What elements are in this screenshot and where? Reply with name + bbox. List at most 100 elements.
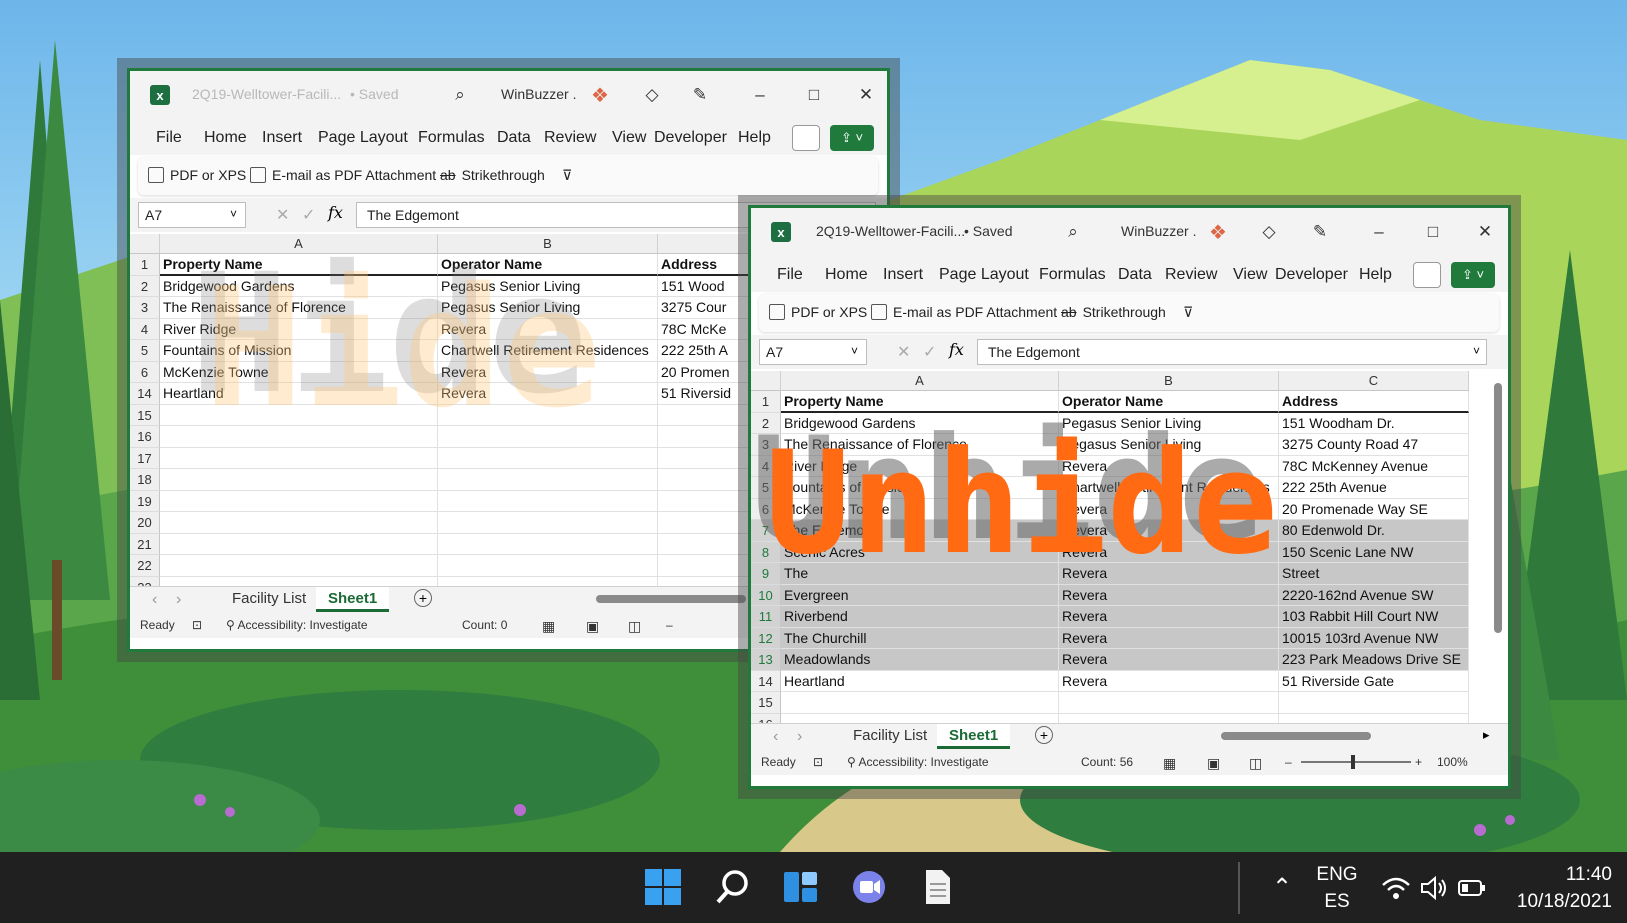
table-cell[interactable] xyxy=(160,447,438,469)
search-icon[interactable]: ⌕ xyxy=(448,83,472,107)
tab-home[interactable]: Home xyxy=(204,129,247,147)
pen-icon[interactable]: ✎ xyxy=(688,83,712,107)
windows-start-icon[interactable] xyxy=(640,864,686,910)
macro-record-icon[interactable]: ⊡ xyxy=(813,755,823,769)
table-cell[interactable]: Revera xyxy=(438,318,658,340)
row-header[interactable]: 14 xyxy=(130,383,160,405)
table-cell[interactable]: 80 Edenwold Dr. xyxy=(1279,520,1469,542)
table-cell[interactable] xyxy=(160,555,438,577)
table-cell[interactable]: The Edgemont xyxy=(781,520,1059,542)
file-icon[interactable] xyxy=(914,864,960,910)
row-header[interactable]: 18 xyxy=(130,469,160,491)
table-cell[interactable]: Meadowlands xyxy=(781,649,1059,671)
row-header[interactable]: 23 xyxy=(130,576,160,586)
insert-function-icon[interactable]: fx xyxy=(328,203,343,222)
table-cell[interactable]: Revera xyxy=(1059,563,1279,585)
table-cell[interactable]: Revera xyxy=(1059,670,1279,692)
tab-insert[interactable]: Insert xyxy=(262,129,302,147)
title-bar[interactable]: x 2Q19-Welltower-Facili... • Saved ⌕ Win… xyxy=(751,208,1508,258)
diamond-icon[interactable]: ◇ xyxy=(1257,220,1281,244)
share-button[interactable]: ⇪ ˅ xyxy=(1451,262,1495,288)
table-cell[interactable]: Revera xyxy=(1059,627,1279,649)
table-cell[interactable] xyxy=(438,469,658,491)
tab-home[interactable]: Home xyxy=(825,266,868,284)
table-cell[interactable]: Heartland xyxy=(160,383,438,405)
user-name[interactable]: WinBuzzer . xyxy=(501,86,576,102)
table-cell[interactable] xyxy=(438,576,658,586)
horizontal-scrollbar[interactable] xyxy=(1221,732,1371,740)
row-header[interactable]: 22 xyxy=(130,555,160,577)
row-header[interactable]: 15 xyxy=(130,404,160,426)
volume-icon[interactable] xyxy=(1416,852,1452,923)
close-icon[interactable]: ✕ xyxy=(854,83,878,107)
pdf-xps-button[interactable]: PDF or XPS xyxy=(148,167,246,183)
table-cell[interactable]: Revera xyxy=(1059,455,1279,477)
insert-function-icon[interactable]: fx xyxy=(949,340,964,359)
qat-more-icon[interactable]: ⊽ xyxy=(562,167,572,184)
table-cell[interactable] xyxy=(1279,692,1469,714)
wifi-icon[interactable] xyxy=(1378,852,1414,923)
row-header[interactable]: 14 xyxy=(751,670,781,692)
table-header-cell[interactable]: Property Name xyxy=(160,254,438,276)
vertical-scrollbar[interactable] xyxy=(1494,383,1502,633)
table-cell[interactable]: 2220-162nd Avenue SW xyxy=(1279,584,1469,606)
table-cell[interactable] xyxy=(1059,713,1279,723)
sheet-nav-prev-icon[interactable]: ‹ xyxy=(152,591,157,609)
search-icon[interactable]: ⌕ xyxy=(1061,220,1085,244)
row-header[interactable]: 19 xyxy=(130,490,160,512)
table-cell[interactable]: 51 Riverside Gate xyxy=(1279,670,1469,692)
table-cell[interactable] xyxy=(160,426,438,448)
table-cell[interactable] xyxy=(438,555,658,577)
table-cell[interactable]: The xyxy=(781,563,1059,585)
accessibility-status[interactable]: ⚲ Accessibility: Investigate xyxy=(847,755,989,769)
row-header[interactable]: 17 xyxy=(130,447,160,469)
scroll-right-icon[interactable]: ▸ xyxy=(1483,727,1490,743)
row-header[interactable]: 8 xyxy=(751,541,781,563)
email-pdf-button[interactable]: E-mail as PDF Attachment xyxy=(871,304,1057,320)
add-sheet-icon[interactable]: + xyxy=(414,589,432,607)
horizontal-scrollbar[interactable] xyxy=(596,595,746,603)
tab-developer[interactable]: Developer xyxy=(654,129,727,147)
macro-record-icon[interactable]: ⊡ xyxy=(192,618,202,632)
close-icon[interactable]: ✕ xyxy=(1473,220,1497,244)
table-cell[interactable] xyxy=(160,469,438,491)
tab-insert[interactable]: Insert xyxy=(883,266,923,284)
tab-review[interactable]: Review xyxy=(1165,266,1217,284)
row-header[interactable]: 5 xyxy=(130,340,160,362)
table-cell[interactable]: Revera xyxy=(1059,541,1279,563)
sheet-tab-sheet1[interactable]: Sheet1 xyxy=(316,587,390,612)
zoom-out-icon[interactable]: – xyxy=(666,618,673,632)
share-button[interactable]: ⇪ ˅ xyxy=(830,125,874,151)
tab-view[interactable]: View xyxy=(1233,266,1267,284)
tab-developer[interactable]: Developer xyxy=(1275,266,1348,284)
row-header[interactable]: 1 xyxy=(751,391,781,413)
page-break-view-icon[interactable]: ◫ xyxy=(1249,755,1262,772)
table-cell[interactable] xyxy=(781,692,1059,714)
table-cell[interactable]: 151 Woodham Dr. xyxy=(1279,412,1469,434)
formula-cancel-icon[interactable]: ✕ xyxy=(897,342,910,362)
column-header-c[interactable]: C xyxy=(1279,371,1469,391)
teams-chat-icon[interactable] xyxy=(846,864,892,910)
saved-status[interactable]: • Saved xyxy=(964,223,1013,239)
table-cell[interactable]: 150 Scenic Lane NW xyxy=(1279,541,1469,563)
table-cell[interactable]: Revera xyxy=(1059,520,1279,542)
table-cell[interactable]: The Renaissance of Florence xyxy=(781,434,1059,456)
tab-review[interactable]: Review xyxy=(544,129,596,147)
table-cell[interactable] xyxy=(160,490,438,512)
table-cell[interactable] xyxy=(438,533,658,555)
table-cell[interactable] xyxy=(160,404,438,426)
table-cell[interactable]: Pegasus Senior Living xyxy=(1059,434,1279,456)
formula-enter-icon[interactable]: ✓ xyxy=(923,342,936,362)
battery-icon[interactable] xyxy=(1454,852,1490,923)
strikethrough-button[interactable]: ab Strikethrough xyxy=(1061,304,1166,320)
row-header[interactable]: 2 xyxy=(130,275,160,297)
table-cell[interactable] xyxy=(781,713,1059,723)
column-header-a[interactable]: A xyxy=(781,371,1059,391)
zoom-out-icon[interactable]: – xyxy=(1285,755,1292,769)
table-cell[interactable] xyxy=(160,576,438,586)
excel-window-right[interactable]: x 2Q19-Welltower-Facili... • Saved ⌕ Win… xyxy=(748,205,1511,789)
table-cell[interactable]: Pegasus Senior Living xyxy=(1059,412,1279,434)
table-cell[interactable] xyxy=(438,512,658,534)
table-cell[interactable]: Pegasus Senior Living xyxy=(438,297,658,319)
sheet-nav-next-icon[interactable]: › xyxy=(797,728,802,746)
